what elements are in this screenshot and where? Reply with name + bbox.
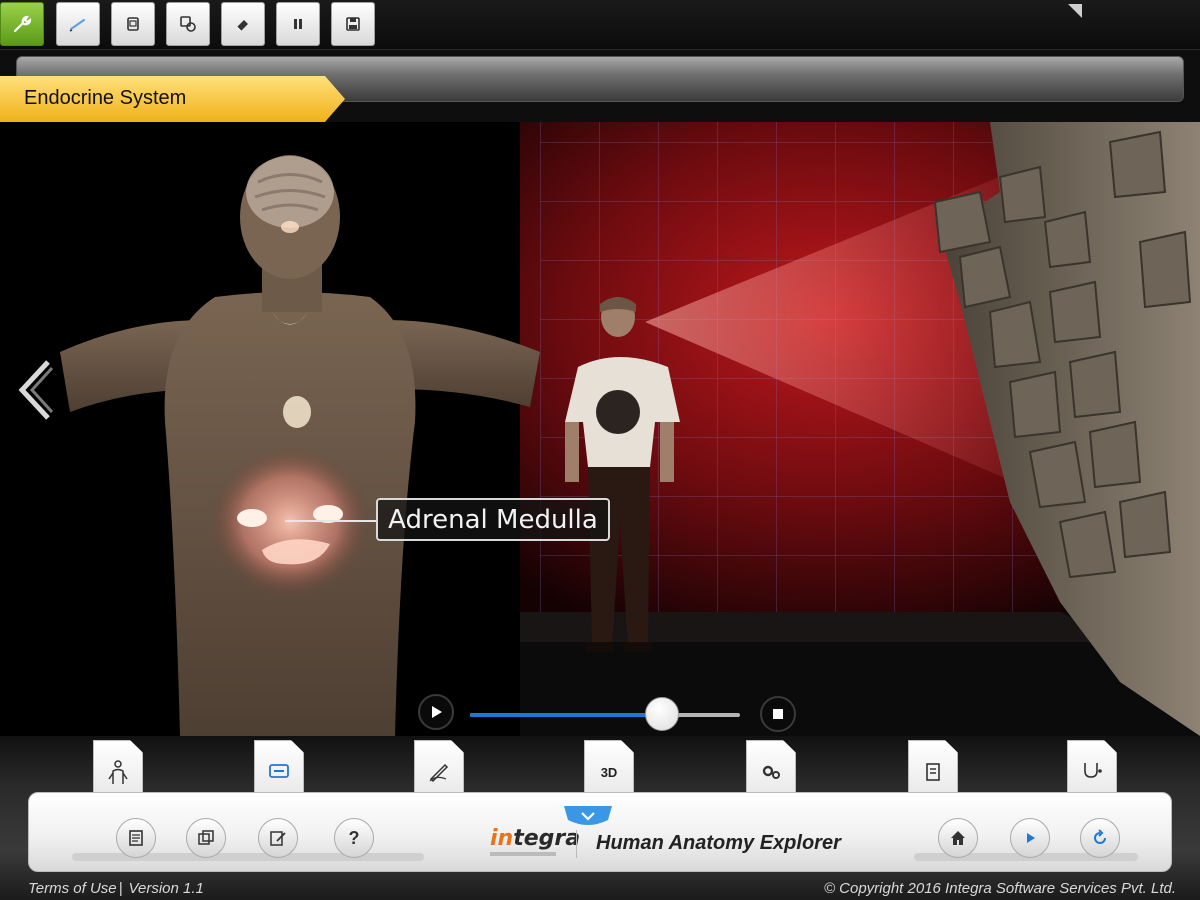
- logo-tagline-bar: [490, 852, 556, 856]
- tool-pen-button[interactable]: [56, 2, 100, 46]
- layers-icon: [180, 16, 196, 32]
- scene-illustration: [0, 122, 1200, 736]
- footer-separator: |: [118, 880, 123, 897]
- logo-part-tegra: tegra: [513, 826, 581, 851]
- tool-copy-button[interactable]: [111, 2, 155, 46]
- callout-leader-line: [285, 520, 377, 522]
- integra-logo: integra: [490, 826, 580, 851]
- tool-save-button[interactable]: [331, 2, 375, 46]
- help-icon: ?: [348, 827, 360, 848]
- video-seek-bar[interactable]: [470, 697, 740, 731]
- pause-icon: [294, 19, 302, 29]
- document-icon: [129, 830, 143, 846]
- copyright-text: © Copyright 2016 Integra Software Servic…: [823, 880, 1176, 897]
- section-title-tag: Endocrine System: [0, 76, 345, 122]
- top-toolbar: [0, 0, 1200, 50]
- draw-icon: [429, 763, 449, 783]
- section-title: Endocrine System: [24, 87, 187, 109]
- eraser-icon: [236, 20, 248, 32]
- footer-left: Terms of Use | Version 1.1: [28, 880, 204, 897]
- logo-part-in: in: [490, 826, 514, 851]
- gallery-button[interactable]: [186, 818, 226, 858]
- tool-wrench-button[interactable]: [0, 2, 44, 46]
- anatomy-scene[interactable]: Adrenal Medulla: [0, 122, 1200, 736]
- save-icon: [346, 17, 360, 31]
- refresh-button[interactable]: [1080, 818, 1120, 858]
- tab-3d-label: 3D: [600, 764, 618, 780]
- edit-icon: [270, 831, 286, 846]
- home-button[interactable]: [938, 818, 978, 858]
- play-button[interactable]: [1010, 818, 1050, 858]
- stop-icon: [773, 709, 783, 719]
- app-title: Human Anatomy Explorer: [596, 832, 841, 854]
- quiz-icon: [269, 764, 289, 778]
- body-outline-icon: [108, 760, 128, 784]
- callout-label[interactable]: Adrenal Medulla: [376, 498, 610, 541]
- notes-icon: [926, 763, 940, 781]
- dock-collapse-tab[interactable]: [564, 806, 612, 828]
- video-stop-button[interactable]: [760, 696, 796, 732]
- dock-divider: [576, 830, 577, 858]
- terms-of-use-link[interactable]: Terms of Use: [28, 880, 117, 897]
- copy-icon: [127, 17, 139, 31]
- previous-arrow-icon[interactable]: [18, 360, 54, 420]
- tool-layers-button[interactable]: [166, 2, 210, 46]
- gears-icon: [762, 765, 780, 779]
- pen-icon: [69, 19, 85, 32]
- document-button[interactable]: [116, 818, 156, 858]
- expand-corner-icon[interactable]: [1068, 4, 1082, 18]
- play-icon: [432, 706, 442, 718]
- gallery-icon: [198, 830, 214, 845]
- help-button[interactable]: ?: [334, 818, 374, 858]
- video-seek-progress: [470, 713, 662, 717]
- stethoscope-icon: [1084, 763, 1102, 778]
- wrench-icon: [13, 15, 32, 33]
- video-seek-thumb[interactable]: [644, 697, 679, 731]
- edit-button[interactable]: [258, 818, 298, 858]
- video-play-button[interactable]: [418, 694, 454, 730]
- tool-pause-button[interactable]: [276, 2, 320, 46]
- refresh-icon: [1094, 829, 1106, 844]
- play-icon: [1027, 833, 1035, 843]
- home-icon: [951, 831, 965, 845]
- version-text: Version 1.1: [128, 880, 204, 897]
- tool-eraser-button[interactable]: [221, 2, 265, 46]
